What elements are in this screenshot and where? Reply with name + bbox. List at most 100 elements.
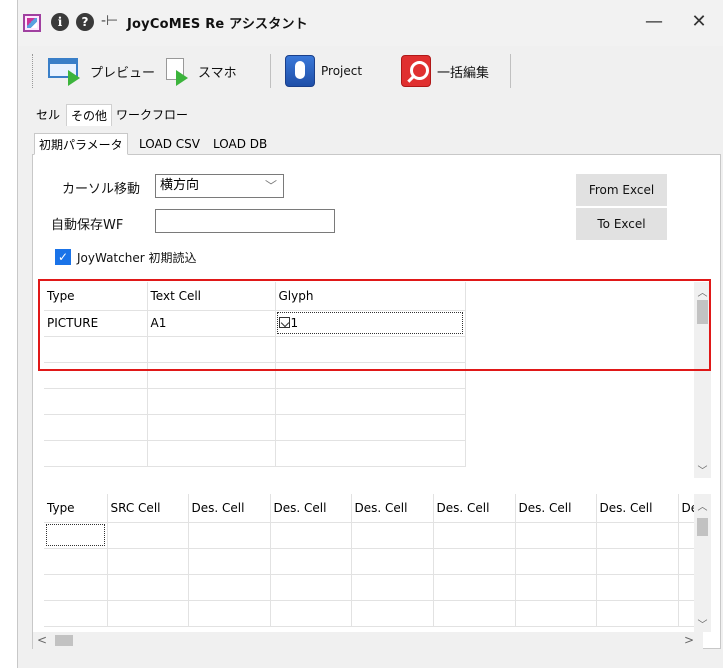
- grid-cell-glyph[interactable]: 1: [275, 310, 466, 337]
- column-header-des-cell[interactable]: Des. Cell: [515, 494, 597, 523]
- grid-cell[interactable]: [44, 414, 148, 441]
- grid-cell[interactable]: [433, 574, 516, 601]
- scrollbar-thumb[interactable]: [55, 635, 73, 646]
- info-icon[interactable]: i: [51, 13, 69, 31]
- grid-cell[interactable]: [275, 440, 466, 467]
- scroll-up-icon[interactable]: ︿: [696, 284, 709, 299]
- grid-cell[interactable]: [433, 600, 516, 627]
- column-header-glyph[interactable]: Glyph: [275, 282, 466, 311]
- scrollbar-thumb[interactable]: [697, 518, 708, 536]
- grid-cell[interactable]: [270, 600, 352, 627]
- table-row[interactable]: [44, 548, 701, 575]
- grid-cell[interactable]: [44, 574, 108, 601]
- vertical-scrollbar[interactable]: ︿ ﹀: [694, 494, 711, 632]
- grid-cell[interactable]: [433, 548, 516, 575]
- grid-cell[interactable]: [188, 600, 271, 627]
- tab-cell[interactable]: セル: [32, 104, 64, 126]
- grid-cell[interactable]: [107, 574, 189, 601]
- preview-button[interactable]: プレビュー: [45, 51, 158, 91]
- grid-cell[interactable]: [44, 336, 148, 363]
- toolbar-grip[interactable]: [32, 54, 36, 88]
- grid-cell[interactable]: [147, 414, 276, 441]
- grid-cell[interactable]: [147, 388, 276, 415]
- grid-cell[interactable]: [147, 440, 276, 467]
- column-header-text-cell[interactable]: Text Cell: [147, 282, 276, 311]
- scroll-right-icon[interactable]: >: [684, 633, 694, 647]
- grid-cell[interactable]: [107, 548, 189, 575]
- table-row[interactable]: [44, 362, 466, 389]
- grid-cell[interactable]: [351, 522, 434, 549]
- table-row[interactable]: [44, 574, 701, 601]
- joywatcher-checkbox[interactable]: ✓: [55, 249, 71, 265]
- column-header-des-cell[interactable]: Des. Cell: [270, 494, 352, 523]
- help-icon[interactable]: ?: [76, 13, 94, 31]
- scrollbar-thumb[interactable]: [697, 300, 708, 324]
- grid-cell[interactable]: [188, 522, 271, 549]
- grid-cell[interactable]: [147, 362, 276, 389]
- grid-cell[interactable]: [270, 574, 352, 601]
- tab-workflow[interactable]: ワークフロー: [112, 104, 192, 126]
- grid-cell[interactable]: [275, 414, 466, 441]
- grid-cell[interactable]: [596, 522, 679, 549]
- scroll-up-icon[interactable]: ︿: [696, 498, 709, 513]
- grid-cell[interactable]: [351, 600, 434, 627]
- grid-cell[interactable]: [44, 440, 148, 467]
- grid-cell[interactable]: [596, 600, 679, 627]
- grid-cell[interactable]: [147, 336, 276, 363]
- table-row[interactable]: [44, 414, 466, 441]
- grid-cell[interactable]: [44, 388, 148, 415]
- scroll-down-icon[interactable]: ﹀: [696, 616, 709, 631]
- tab-other[interactable]: その他: [66, 104, 113, 126]
- grid-cell[interactable]: [275, 336, 466, 363]
- grid-cell[interactable]: [107, 522, 189, 549]
- grid-cell[interactable]: [44, 600, 108, 627]
- grid-cell[interactable]: [596, 548, 679, 575]
- grid-cell[interactable]: [515, 548, 597, 575]
- grid-cell[interactable]: [270, 548, 352, 575]
- grid-cell[interactable]: [270, 522, 352, 549]
- table-row[interactable]: [44, 388, 466, 415]
- table-row[interactable]: [44, 336, 466, 363]
- table-row[interactable]: [44, 440, 466, 467]
- scroll-left-icon[interactable]: <: [37, 633, 47, 647]
- table-row[interactable]: [44, 522, 701, 549]
- grid-cell[interactable]: [515, 522, 597, 549]
- table-row[interactable]: [44, 600, 701, 627]
- minimize-button[interactable]: —: [639, 9, 669, 35]
- column-header-type[interactable]: Type: [44, 494, 108, 523]
- from-excel-button[interactable]: From Excel: [576, 174, 667, 206]
- column-header-des-cell[interactable]: Des. Cell: [351, 494, 434, 523]
- to-excel-button[interactable]: To Excel: [576, 208, 667, 240]
- sumaho-button[interactable]: スマホ: [161, 51, 240, 91]
- column-header-des-cell[interactable]: Des. Cell: [188, 494, 271, 523]
- bulk-edit-button[interactable]: 一括編集: [398, 51, 492, 91]
- grid-cell-text-cell[interactable]: A1: [147, 310, 276, 337]
- column-header-src-cell[interactable]: SRC Cell: [107, 494, 189, 523]
- grid-cell[interactable]: [275, 362, 466, 389]
- grid-cell[interactable]: [433, 522, 516, 549]
- grid-cell[interactable]: [596, 574, 679, 601]
- grid-cell[interactable]: [351, 574, 434, 601]
- close-button[interactable]: ✕: [684, 9, 714, 35]
- project-button[interactable]: Project: [282, 51, 365, 91]
- vertical-scrollbar[interactable]: ︿ ﹀: [694, 282, 711, 478]
- grid-cell[interactable]: [515, 574, 597, 601]
- horizontal-scrollbar[interactable]: < >: [33, 632, 703, 649]
- table-row[interactable]: PICTURE A1 1: [44, 310, 466, 337]
- grid-cell[interactable]: [107, 600, 189, 627]
- grid-cell[interactable]: [351, 548, 434, 575]
- tab-load-csv[interactable]: LOAD CSV: [135, 133, 204, 155]
- cursor-move-select[interactable]: 横方向 ﹀: [155, 174, 284, 198]
- column-header-type[interactable]: Type: [44, 282, 148, 311]
- grid-cell[interactable]: [44, 362, 148, 389]
- scroll-down-icon[interactable]: ﹀: [696, 462, 709, 477]
- grid-cell-type[interactable]: PICTURE: [44, 310, 148, 337]
- grid-cell[interactable]: [188, 548, 271, 575]
- autosave-wf-input[interactable]: [155, 209, 335, 233]
- tab-load-db[interactable]: LOAD DB: [209, 133, 271, 155]
- grid-cell[interactable]: [275, 388, 466, 415]
- grid-cell[interactable]: [44, 522, 108, 549]
- column-header-des-cell[interactable]: Des. Cell: [596, 494, 679, 523]
- pin-icon[interactable]: -⊢: [101, 12, 119, 30]
- grid-cell[interactable]: [188, 574, 271, 601]
